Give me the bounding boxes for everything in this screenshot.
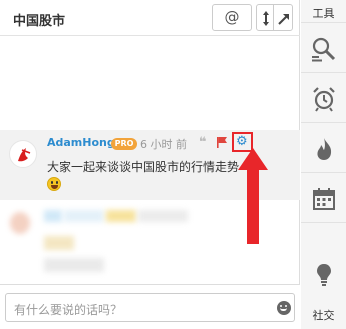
flag-icon[interactable] [217,137,227,148]
toolbar-calendar-button[interactable] [301,172,346,222]
toolbar-alarm-button[interactable] [301,72,346,122]
toolbar-social-label: 社交 [312,309,335,322]
chat-title: 中国股市 [13,14,66,29]
toolbar-idea-button[interactable] [301,222,346,298]
quote-icon[interactable]: ❝ [199,136,207,149]
toolbar-hot-button[interactable] [301,122,346,172]
message-input[interactable]: 有什么要说的话吗？ [5,293,295,322]
message-username[interactable]: AdamHong [47,136,115,149]
avatar-logo-icon [18,148,31,162]
gear-icon[interactable]: ⚙ [236,135,248,149]
search-icon [312,37,336,62]
alarm-icon [313,87,335,112]
emoji-picker-icon[interactable] [277,301,291,315]
chat-panel: 中国股市 @ AdamHong PRO 6 小时 前 ❝ ⚙ 大家一起来谈谈中国… [0,0,300,329]
avatar[interactable] [9,140,37,168]
message-input-placeholder: 有什么要说的话吗？ [14,303,123,317]
blurred-message [0,200,300,285]
sort-button[interactable] [256,4,274,31]
chat-header: 中国股市 @ [0,0,300,36]
grin-emoji-icon [47,177,61,191]
pro-badge: PRO [111,138,137,150]
calendar-icon [313,188,335,210]
mention-button[interactable]: @ [212,4,252,31]
bulb-icon [317,264,331,286]
message-text: 大家一起来谈谈中国股市的行情走势 [47,160,240,174]
popout-icon [278,14,289,25]
message-time: 6 小时 前 [140,138,187,151]
toolbar-tools-label: 工具 [312,7,335,20]
right-toolbar: 工具 社交 [301,0,346,329]
input-bar: 有什么要说的话吗？ [0,284,300,329]
flame-icon [317,138,332,160]
popout-button[interactable] [273,4,293,31]
toolbar-search-button[interactable] [301,22,346,72]
